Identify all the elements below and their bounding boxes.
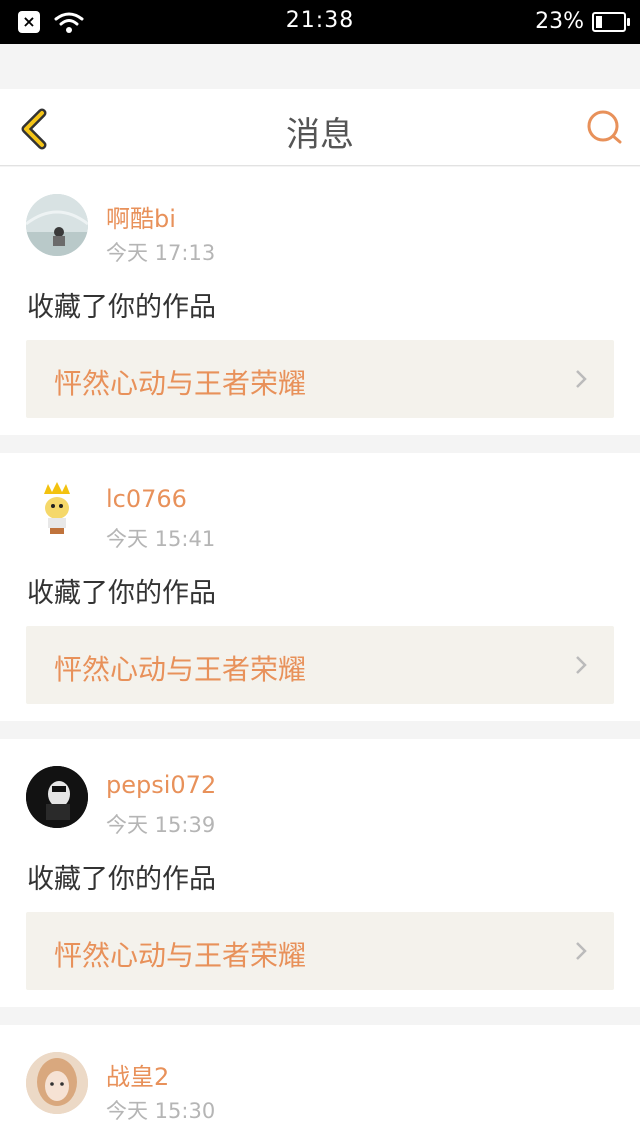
- work-title: 怦然心动与王者荣耀: [54, 939, 307, 972]
- chevron-right-icon: [576, 656, 587, 674]
- battery-percent: 23%: [535, 9, 584, 34]
- avatar[interactable]: [26, 194, 88, 256]
- search-icon[interactable]: [586, 109, 624, 147]
- username[interactable]: lc0766: [106, 485, 187, 513]
- avatar-image: [26, 194, 88, 256]
- battery-fill: [596, 15, 602, 28]
- status-bar: × 21:38 23%: [0, 0, 640, 44]
- message-time: 今天 15:41: [106, 527, 216, 551]
- avatar-image: [26, 1052, 88, 1114]
- username[interactable]: 战皇2: [106, 1057, 169, 1092]
- work-link[interactable]: 怦然心动与王者荣耀: [26, 626, 614, 704]
- message-action: 收藏了你的作品: [27, 864, 216, 895]
- status-right: 23%: [535, 9, 630, 34]
- message-time: 今天 17:13: [106, 241, 216, 265]
- message-time: 今天 15:39: [106, 813, 216, 837]
- chevron-right-icon: [576, 370, 587, 388]
- battery-icon: [592, 11, 630, 32]
- message-time: 今天 15:30: [106, 1099, 216, 1123]
- work-title: 怦然心动与王者荣耀: [54, 653, 307, 686]
- message-card: 战皇2 今天 15:30: [0, 1025, 640, 1138]
- message-card: lc0766 今天 15:41 收藏了你的作品 怦然心动与王者荣耀: [0, 453, 640, 721]
- header-bar: 消息: [0, 89, 640, 166]
- work-link[interactable]: 怦然心动与王者荣耀: [26, 912, 614, 990]
- message-action: 收藏了你的作品: [27, 292, 216, 323]
- message-card: pepsi072 今天 15:39 收藏了你的作品 怦然心动与王者荣耀: [0, 739, 640, 1007]
- username[interactable]: pepsi072: [106, 771, 216, 799]
- avatar[interactable]: [26, 480, 88, 542]
- message-action: 收藏了你的作品: [27, 578, 216, 609]
- avatar[interactable]: [26, 1052, 88, 1114]
- work-link[interactable]: 怦然心动与王者荣耀: [26, 340, 614, 418]
- chevron-right-icon: [576, 942, 587, 960]
- message-card: 啊酷bi 今天 17:13 收藏了你的作品 怦然心动与王者荣耀: [0, 167, 640, 435]
- avatar-image: [26, 766, 88, 828]
- avatar[interactable]: [26, 766, 88, 828]
- page-title: 消息: [286, 115, 354, 155]
- work-title: 怦然心动与王者荣耀: [54, 367, 307, 400]
- avatar-image: [26, 480, 88, 542]
- username[interactable]: 啊酷bi: [106, 199, 176, 234]
